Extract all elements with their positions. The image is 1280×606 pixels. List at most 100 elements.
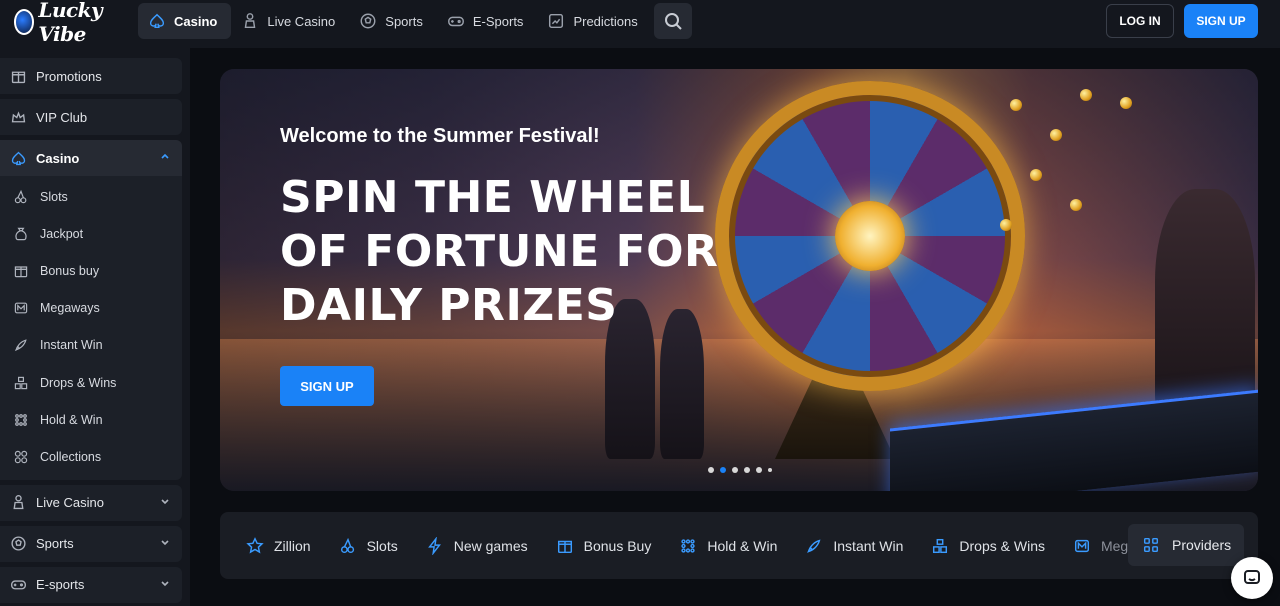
coin-illustration <box>1030 169 1042 181</box>
chevron-up-icon <box>161 153 169 159</box>
money-bag-icon <box>15 227 27 240</box>
sidebar-subitem-instant-win[interactable]: Instant Win <box>0 327 182 364</box>
sidebar-item-sports[interactable]: Sports <box>0 525 182 562</box>
nav-casino-label: Casino <box>174 13 218 29</box>
sidebar-subitem-bonus-buy[interactable]: Bonus buy <box>0 252 182 289</box>
sidebar-item-esports[interactable]: E-sports <box>0 566 182 603</box>
providers-label: Providers <box>1172 537 1232 553</box>
category-label: Slots <box>366 537 398 554</box>
login-button[interactable]: LOG IN <box>1106 4 1174 38</box>
collections-icon <box>14 450 28 464</box>
casino-submenu: Slots Jackpot Bonus buy Megaways Instant… <box>0 176 182 480</box>
carousel-dots <box>708 467 772 473</box>
nav-esports[interactable]: E-Sports <box>437 3 538 39</box>
coin-illustration <box>1080 89 1092 101</box>
fortune-wheel-illustration <box>715 81 1025 391</box>
cherries-icon <box>14 189 27 203</box>
coin-illustration <box>1000 219 1012 231</box>
chevron-down-icon <box>161 498 169 504</box>
nav-predictions[interactable]: Predictions <box>537 3 651 39</box>
megaways-icon <box>14 302 28 314</box>
sidebar-item-promotions[interactable]: Promotions <box>0 58 182 94</box>
coin-illustration <box>1010 99 1022 111</box>
promo-banner[interactable]: Welcome to the Summer Festival! SPIN THE… <box>220 69 1258 491</box>
coin-illustration <box>1070 199 1082 211</box>
sidebar-subitem-label: Megaways <box>40 301 100 316</box>
trend-chart-icon <box>549 13 564 29</box>
star-icon <box>246 536 264 553</box>
sidebar-subitem-label: Collections <box>40 449 102 464</box>
category-label: Drops & Wins <box>959 537 1045 554</box>
nav-casino[interactable]: Casino <box>138 3 232 39</box>
sidebar-subitem-label: Hold & Win <box>40 412 103 427</box>
sidebar: Promotions VIP Club Casino Slots Jackpot… <box>0 48 190 606</box>
sidebar-subitem-label: Jackpot <box>40 226 84 241</box>
sidebar-subitem-collections[interactable]: Collections <box>0 438 182 475</box>
carousel-dot[interactable] <box>768 468 772 472</box>
carousel-dot[interactable] <box>732 467 738 473</box>
sidebar-item-vip-club[interactable]: VIP Club <box>0 99 182 135</box>
cherries-icon <box>340 537 354 553</box>
banner-subtitle: Welcome to the Summer Festival! <box>280 125 600 147</box>
logo-mark-icon <box>14 9 35 35</box>
sidebar-item-label: Promotions <box>36 68 102 84</box>
spade-icon <box>11 151 26 165</box>
sidebar-item-label: E-sports <box>36 577 85 592</box>
sidebar-subitem-slots[interactable]: Slots <box>0 178 182 215</box>
nav-sports[interactable]: Sports <box>349 3 437 39</box>
nav-live-casino-label: Live Casino <box>267 13 336 29</box>
category-megaways[interactable]: Mega <box>1073 537 1136 555</box>
category-new-games[interactable]: New games <box>426 536 528 555</box>
megaways-icon <box>1074 539 1090 552</box>
nav-sports-label: Sports <box>385 13 423 29</box>
carousel-dot[interactable] <box>708 467 714 473</box>
sidebar-subitem-hold-win[interactable]: Hold & Win <box>0 401 182 438</box>
category-instant-win[interactable]: Instant Win <box>805 537 903 555</box>
carousel-dot[interactable] <box>744 467 750 473</box>
crown-icon <box>11 110 26 122</box>
sidebar-subitem-megaways[interactable]: Megaways <box>0 290 182 327</box>
gift-box-icon <box>557 540 572 553</box>
category-slots[interactable]: Slots <box>339 537 398 555</box>
carousel-dot[interactable] <box>756 467 762 473</box>
banner-signup-button[interactable]: SIGN UP <box>280 366 374 406</box>
signup-button[interactable]: SIGN UP <box>1184 4 1258 38</box>
category-drops-wins[interactable]: Drops & Wins <box>931 537 1045 555</box>
gamepad-icon <box>11 580 26 590</box>
wheel-hub-illustration <box>835 201 905 271</box>
rocket-icon <box>14 339 27 352</box>
main-nav: Casino Live Casino Sports E-Sports Predi… <box>138 3 692 39</box>
carousel-dot-active[interactable] <box>720 467 726 473</box>
grid-dots-icon <box>681 538 696 553</box>
sidebar-item-label: Live Casino <box>36 495 104 510</box>
lucky-vibe-logo[interactable]: Lucky Vibe <box>14 0 126 46</box>
category-label: Instant Win <box>833 537 904 554</box>
search-icon <box>664 13 682 30</box>
nav-live-casino[interactable]: Live Casino <box>231 3 349 39</box>
sidebar-subitem-drops-wins[interactable]: Drops & Wins <box>0 364 182 401</box>
category-label: Zillion <box>274 537 311 554</box>
category-bonus-buy[interactable]: Bonus Buy <box>556 537 651 555</box>
sidebar-item-live-casino[interactable]: Live Casino <box>0 484 182 521</box>
sidebar-item-casino[interactable]: Casino <box>0 140 182 176</box>
sidebar-subitem-label: Bonus buy <box>40 263 100 278</box>
chat-support-button[interactable] <box>1231 557 1273 599</box>
logo-text: Lucky Vibe <box>38 0 103 46</box>
soccer-ball-icon <box>360 13 376 29</box>
providers-grid-icon <box>1143 537 1159 553</box>
stack-icon <box>933 538 948 553</box>
category-hold-win[interactable]: Hold & Win <box>679 537 777 555</box>
nav-esports-label: E-Sports <box>472 13 524 29</box>
sidebar-item-label: VIP Club <box>36 109 88 125</box>
category-label: New games <box>453 537 528 554</box>
search-button[interactable] <box>653 3 692 39</box>
gift-box-icon <box>14 266 28 278</box>
providers-button[interactable]: Providers <box>1128 524 1244 566</box>
soccer-ball-icon <box>11 536 26 551</box>
sidebar-subitem-jackpot[interactable]: Jackpot <box>0 215 182 252</box>
lightning-icon <box>427 536 441 555</box>
category-label: Hold & Win <box>707 537 778 554</box>
category-zillion[interactable]: Zillion <box>246 536 311 555</box>
sidebar-item-label: Casino <box>36 150 80 166</box>
sidebar-subitem-label: Drops & Wins <box>40 375 117 390</box>
